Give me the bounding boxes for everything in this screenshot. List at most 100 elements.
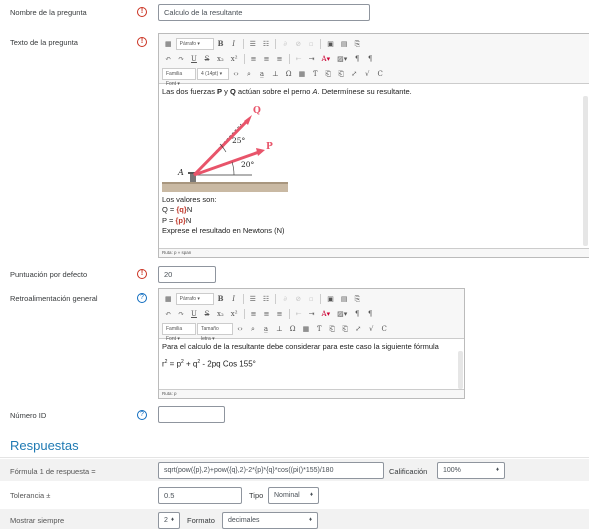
ltr-icon[interactable]: ¶ (351, 308, 363, 320)
bold-icon[interactable]: B (215, 38, 227, 50)
search-replace-icon[interactable]: ⌕ (247, 323, 259, 335)
italic-icon[interactable]: I (228, 38, 240, 50)
paste-text-icon[interactable]: ⎗ (326, 323, 338, 335)
unlink-icon[interactable]: ⊘ (292, 38, 304, 50)
equation-icon[interactable]: √ (361, 68, 373, 80)
font-family-select[interactable]: Familia Font ▾ (162, 67, 196, 87)
numbered-list-icon[interactable]: ☷ (260, 38, 272, 50)
format-select[interactable]: decimales ♦ (222, 512, 318, 529)
numbered-list-icon[interactable]: ☷ (260, 293, 272, 305)
subscript-icon[interactable]: x₂ (214, 308, 227, 320)
bold-icon[interactable]: B (215, 293, 227, 305)
fullscreen-icon[interactable]: ⤢ (348, 68, 360, 80)
general-feedback-content[interactable]: Para el calculo de la resultante debe co… (159, 339, 464, 385)
search-replace-icon[interactable]: ⌕ (243, 68, 255, 80)
editor-scrollbar[interactable] (583, 96, 588, 246)
align-left-icon[interactable]: ≡ (248, 53, 260, 65)
show-select[interactable]: 2 ♦ (158, 512, 180, 529)
question-text-content[interactable]: Las dos fuerzas P y Q actúan sobre el pe… (159, 84, 589, 244)
rtl-icon[interactable]: ¶ (364, 53, 376, 65)
bullet-list-icon[interactable]: ☰ (247, 38, 259, 50)
insert-icon[interactable]: ⊥ (269, 68, 282, 80)
clear-format-icon[interactable]: Ƭ (313, 323, 325, 335)
special-char-icon[interactable]: Ω (287, 323, 299, 335)
link-icon[interactable]: ∂ (279, 38, 291, 50)
underline-icon[interactable]: U (188, 53, 200, 65)
default-mark-input[interactable]: 20 (158, 266, 216, 283)
indent-icon[interactable]: ⇥ (306, 308, 318, 320)
cloze-icon[interactable]: C (378, 323, 390, 335)
italic-icon[interactable]: I (228, 293, 240, 305)
cloze-icon[interactable]: C (374, 68, 386, 80)
align-center-icon[interactable]: ≡ (261, 53, 273, 65)
text-color-icon[interactable]: A▾ (319, 308, 334, 320)
image-icon[interactable]: ▣ (324, 38, 337, 50)
indent-icon[interactable]: ⇥ (306, 53, 318, 65)
toggle-toolbar-icon[interactable]: ▦ (162, 293, 175, 305)
spellcheck-icon[interactable]: a̲ (256, 68, 268, 80)
tolerance-type-select[interactable]: Nominal ♦ (268, 487, 319, 504)
insert-icon[interactable]: ⊥ (273, 323, 286, 335)
spellcheck-icon[interactable]: a̲ (260, 323, 272, 335)
redo-icon[interactable]: ↷ (175, 308, 187, 320)
link-icon[interactable]: ∂ (279, 293, 291, 305)
superscript-icon[interactable]: x² (228, 308, 241, 320)
html-source-icon[interactable]: ‹› (234, 323, 246, 335)
strikethrough-icon[interactable]: S (201, 308, 213, 320)
unlink-icon[interactable]: ⊘ (292, 293, 304, 305)
underline-icon[interactable]: U (188, 308, 200, 320)
ltr-icon[interactable]: ¶ (351, 53, 363, 65)
file-manager-icon[interactable]: ⎘ (351, 38, 363, 50)
align-left-icon[interactable]: ≡ (248, 308, 260, 320)
editor-toolbar: ▦ Párrafo ▾ B I ☰ ☷ ∂ ⊘ ▫ ▣ ▤ ⎘ ↶ ↷ U S … (159, 289, 464, 342)
paste-word-icon[interactable]: ⎗ (339, 323, 351, 335)
tolerance-input[interactable]: 0.5 (158, 487, 242, 504)
background-color-icon[interactable]: ▨▾ (334, 308, 350, 320)
html-source-icon[interactable]: ‹› (230, 68, 242, 80)
question-text-editor[interactable]: ▦ Párrafo ▾ B I ☰ ☷ ∂ ⊘ ▫ ▣ ▤ ⎘ ↶ ↷ U S … (158, 33, 589, 258)
media-icon[interactable]: ▤ (338, 38, 351, 50)
table-icon[interactable]: ▦ (300, 323, 313, 335)
font-size-select[interactable]: Tamaño letra ▾ (197, 322, 233, 342)
rtl-icon[interactable]: ¶ (364, 308, 376, 320)
align-right-icon[interactable]: ≡ (274, 53, 286, 65)
file-manager-icon[interactable]: ⎘ (351, 293, 363, 305)
question-name-input[interactable]: Calculo de la resultante (158, 4, 370, 21)
font-family-select[interactable]: Familia Font ▾ (162, 322, 196, 342)
anchor-icon[interactable]: ▫ (305, 38, 317, 50)
editor-scrollbar[interactable] (458, 351, 463, 389)
bullet-list-icon[interactable]: ☰ (247, 293, 259, 305)
equation-icon[interactable]: √ (365, 323, 377, 335)
font-size-select[interactable]: 4 (14pt) ▾ (197, 67, 229, 80)
paste-text-icon[interactable]: ⎗ (322, 68, 334, 80)
undo-icon[interactable]: ↶ (162, 308, 174, 320)
undo-icon[interactable]: ↶ (162, 53, 174, 65)
answer-formula-input[interactable]: sqrt(pow({p},2)+pow({q},2)-2*{p}*{q}*cos… (158, 462, 384, 479)
align-center-icon[interactable]: ≡ (261, 308, 273, 320)
text-color-icon[interactable]: A▾ (319, 53, 334, 65)
help-icon[interactable]: ? (137, 410, 147, 420)
special-char-icon[interactable]: Ω (283, 68, 295, 80)
superscript-icon[interactable]: x² (228, 53, 241, 65)
toggle-toolbar-icon[interactable]: ▦ (162, 38, 175, 50)
align-right-icon[interactable]: ≡ (274, 308, 286, 320)
help-icon[interactable]: ? (137, 293, 147, 303)
media-icon[interactable]: ▤ (338, 293, 351, 305)
paste-word-icon[interactable]: ⎗ (335, 68, 347, 80)
paragraph-select[interactable]: Párrafo ▾ (175, 37, 214, 50)
table-icon[interactable]: ▦ (296, 68, 309, 80)
subscript-icon[interactable]: x₂ (214, 53, 227, 65)
redo-icon[interactable]: ↷ (175, 53, 187, 65)
id-number-input[interactable] (158, 406, 225, 423)
general-feedback-editor[interactable]: ▦ Párrafo ▾ B I ☰ ☷ ∂ ⊘ ▫ ▣ ▤ ⎘ ↶ ↷ U S … (158, 288, 465, 399)
outdent-icon[interactable]: ⇤ (293, 53, 305, 65)
strikethrough-icon[interactable]: S (201, 53, 213, 65)
background-color-icon[interactable]: ▨▾ (334, 53, 350, 65)
grade-select[interactable]: 100% ♦ (437, 462, 505, 479)
paragraph-select[interactable]: Párrafo ▾ (175, 292, 214, 305)
clear-format-icon[interactable]: Ƭ (309, 68, 321, 80)
image-icon[interactable]: ▣ (324, 293, 337, 305)
fullscreen-icon[interactable]: ⤢ (352, 323, 364, 335)
outdent-icon[interactable]: ⇤ (293, 308, 305, 320)
anchor-icon[interactable]: ▫ (305, 293, 317, 305)
